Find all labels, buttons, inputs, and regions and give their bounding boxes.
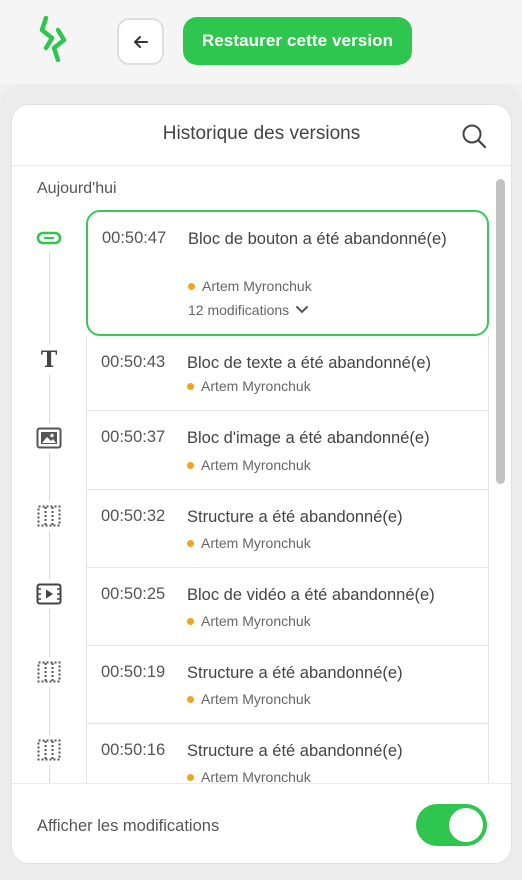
status-dot xyxy=(187,382,194,390)
author-name: Artem Myronchuk xyxy=(201,613,311,629)
search-icon[interactable] xyxy=(460,122,488,150)
top-toolbar: Restaurer cette version xyxy=(0,0,522,84)
entry-author: Artem Myronchuk xyxy=(187,613,311,629)
show-modifications-label: Afficher les modifications xyxy=(37,817,220,835)
author-name: Artem Myronchuk xyxy=(202,278,312,294)
version-entry[interactable]: 00:50:37 Bloc d'image a été abandonné(e)… xyxy=(86,411,489,490)
version-entry[interactable]: 00:50:25 Bloc de vidéo a été abandonné(e… xyxy=(86,568,489,646)
version-entry[interactable]: 00:50:19 Structure a été abandonné(e) Ar… xyxy=(86,646,489,724)
version-history-panel: Historique des versions Aujourd'hui T 00… xyxy=(11,104,512,864)
entry-time: 00:50:19 xyxy=(101,663,166,681)
entry-time: 00:50:37 xyxy=(101,428,166,446)
author-name: Artem Myronchuk xyxy=(201,535,311,551)
entry-title: Bloc de bouton a été abandonné(e) xyxy=(188,230,447,248)
entry-author: Artem Myronchuk xyxy=(187,457,311,473)
panel-header: Historique des versions xyxy=(12,105,511,166)
day-label: Aujourd'hui xyxy=(37,180,117,197)
structure-icon xyxy=(34,735,64,765)
toggle-knob xyxy=(449,808,483,842)
version-entry[interactable]: 00:50:43 Bloc de texte a été abandonné(e… xyxy=(86,336,489,411)
modifications-count: 12 modifications xyxy=(188,302,290,318)
entry-author: Artem Myronchuk xyxy=(187,378,311,394)
restore-version-button[interactable]: Restaurer cette version xyxy=(183,17,412,65)
author-name: Artem Myronchuk xyxy=(201,691,311,707)
entry-time: 00:50:16 xyxy=(101,741,166,759)
entry-title: Structure a été abandonné(e) xyxy=(187,508,403,526)
entry-title: Bloc d'image a été abandonné(e) xyxy=(187,429,430,447)
status-dot xyxy=(187,617,194,625)
modifications-toggle[interactable]: 12 modifications xyxy=(188,302,309,318)
video-block-icon xyxy=(34,579,64,609)
arrow-left-icon xyxy=(133,35,148,48)
status-dot xyxy=(187,773,194,781)
entry-title: Structure a été abandonné(e) xyxy=(187,742,403,760)
panel-footer: Afficher les modifications xyxy=(12,783,511,863)
entry-time: 00:50:43 xyxy=(101,353,166,371)
panel-title: Historique des versions xyxy=(162,123,361,144)
entry-title: Bloc de vidéo a été abandonné(e) xyxy=(187,586,435,604)
entry-time: 00:50:32 xyxy=(101,507,166,525)
lightning-logo-icon[interactable] xyxy=(38,16,68,62)
entry-title: Structure a été abandonné(e) xyxy=(187,664,403,682)
entry-title: Bloc de texte a été abandonné(e) xyxy=(187,354,432,372)
scrollbar-thumb[interactable] xyxy=(496,179,505,484)
back-button[interactable] xyxy=(117,18,164,65)
button-block-icon xyxy=(34,223,64,253)
entry-author: Artem Myronchuk xyxy=(187,691,311,707)
version-entry[interactable]: 00:50:47 Bloc de bouton a été abandonné(… xyxy=(86,210,489,336)
entry-time: 00:50:25 xyxy=(101,585,166,603)
chevron-down-icon xyxy=(296,306,309,314)
entry-author: Artem Myronchuk xyxy=(188,278,312,294)
author-name: Artem Myronchuk xyxy=(201,378,311,394)
status-dot xyxy=(187,461,194,469)
entry-time: 00:50:47 xyxy=(102,229,167,247)
structure-icon xyxy=(34,501,64,531)
status-dot xyxy=(187,539,194,547)
status-dot xyxy=(188,282,195,290)
entry-author: Artem Myronchuk xyxy=(187,535,311,551)
status-dot xyxy=(187,695,194,703)
author-name: Artem Myronchuk xyxy=(201,457,311,473)
version-entry[interactable]: 00:50:32 Structure a été abandonné(e) Ar… xyxy=(86,490,489,568)
image-block-icon xyxy=(34,423,64,453)
structure-icon xyxy=(34,657,64,687)
text-block-icon: T xyxy=(34,345,64,375)
show-modifications-toggle[interactable] xyxy=(416,804,487,846)
